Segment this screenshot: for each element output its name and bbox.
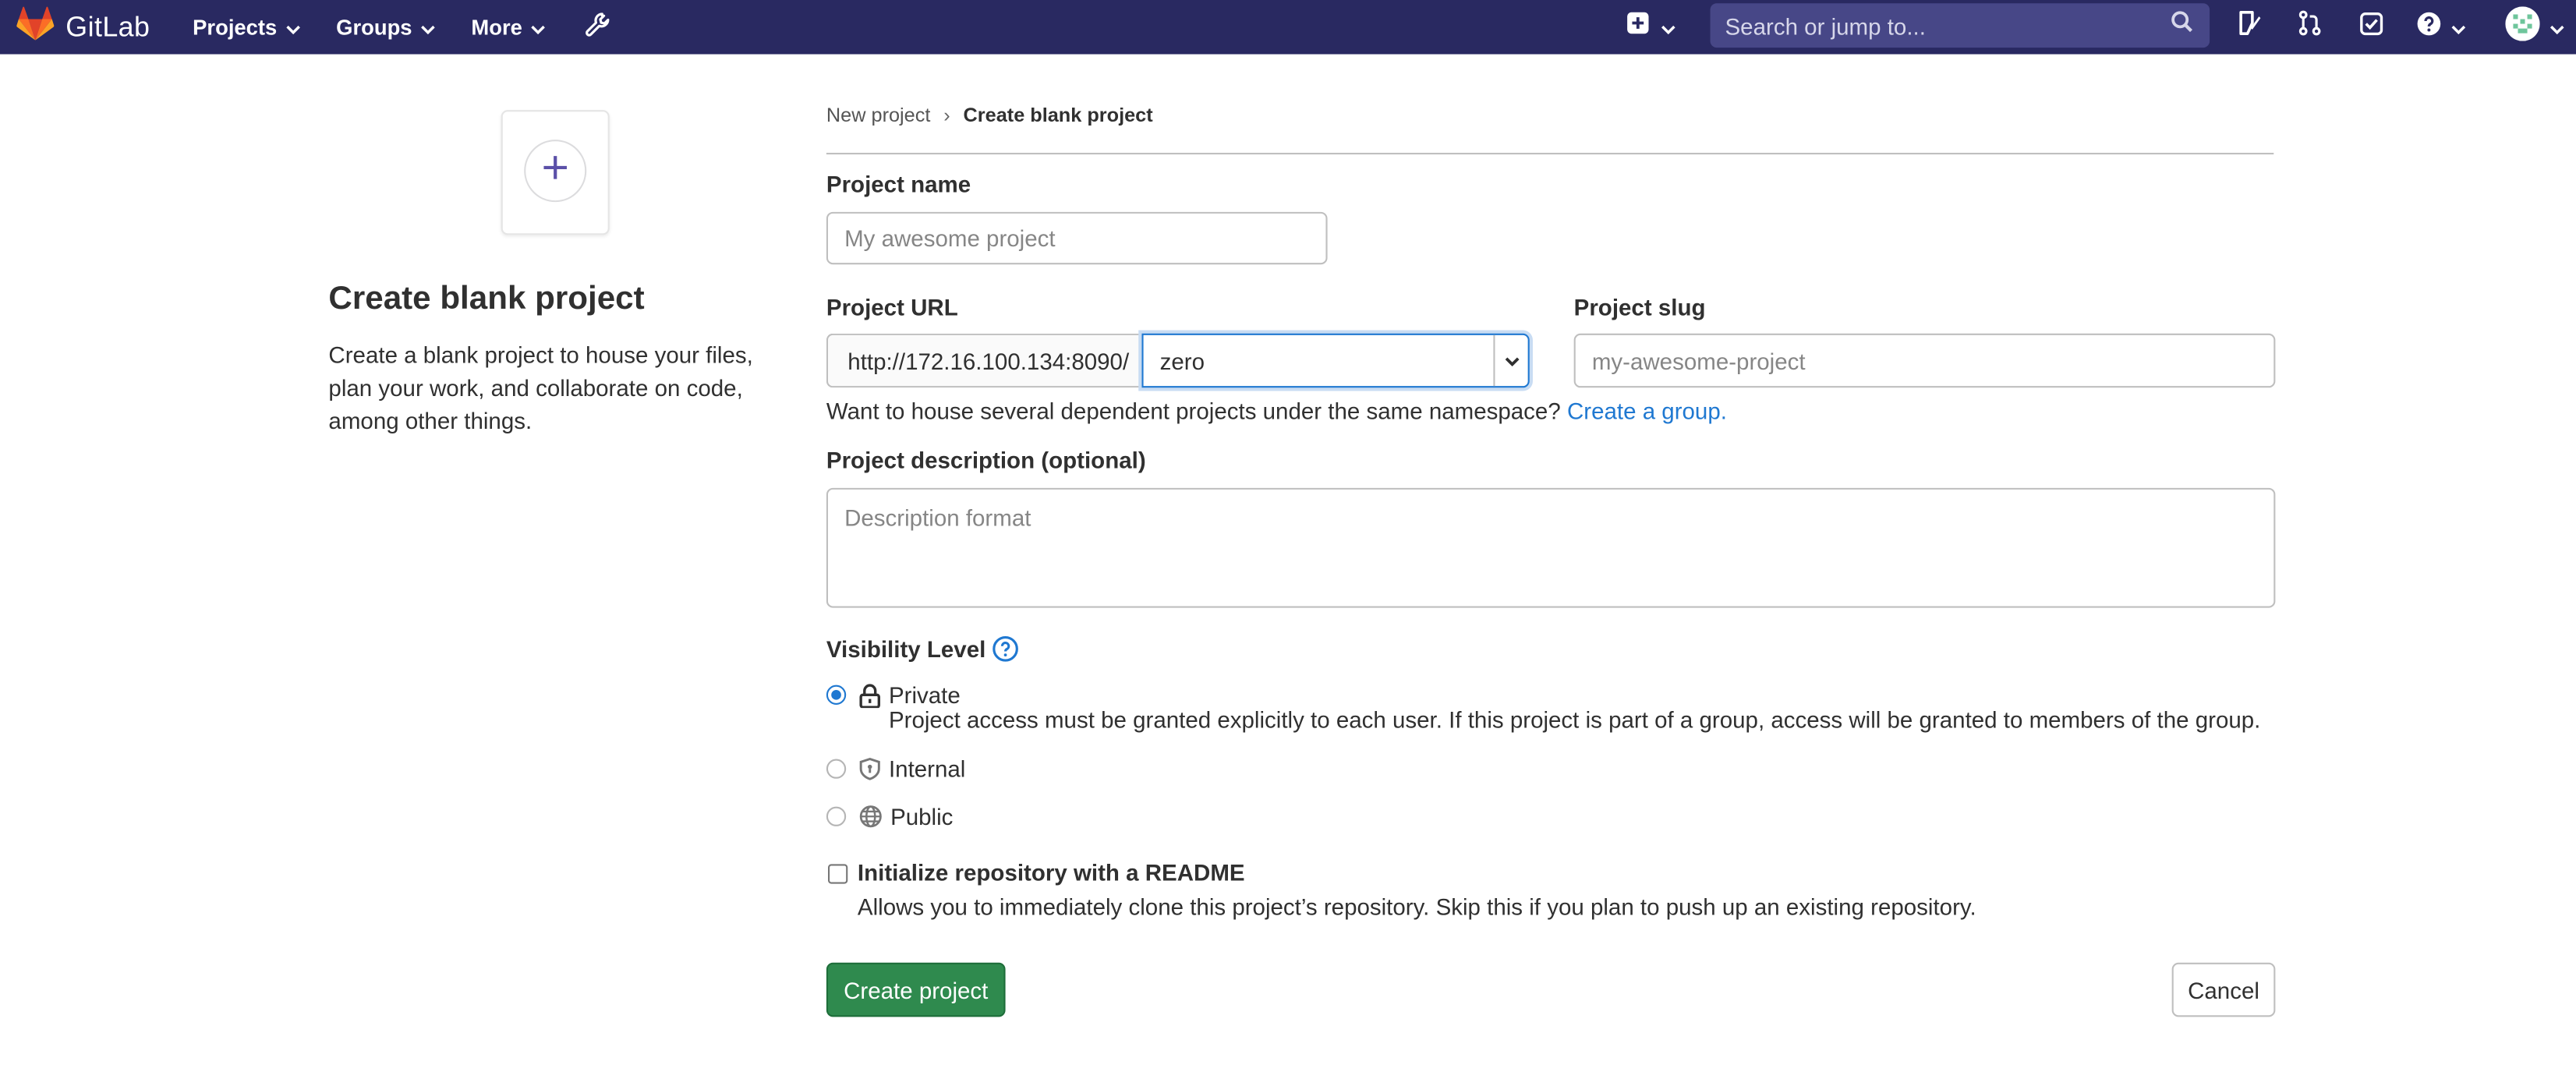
search-bar[interactable]: Search or jump to... bbox=[1710, 3, 2210, 48]
avatar bbox=[2505, 5, 2540, 48]
project-url-prefix: http://172.16.100.134:8090/ bbox=[826, 333, 1142, 388]
nav-more-label: More bbox=[471, 14, 522, 40]
new-item-dropdown[interactable] bbox=[1626, 0, 1675, 55]
project-slug-label: Project slug bbox=[1573, 294, 1706, 320]
panel-description: Create a blank project to house your fil… bbox=[328, 341, 753, 434]
create-group-link[interactable]: Create a group. bbox=[1567, 398, 1727, 424]
issues-link[interactable] bbox=[2236, 0, 2263, 55]
internal-label: Internal bbox=[888, 755, 966, 783]
chevron-down-icon bbox=[1493, 334, 1527, 387]
private-radio[interactable] bbox=[826, 684, 847, 705]
visibility-level-heading: Visibility Level bbox=[826, 635, 1019, 662]
public-radio[interactable] bbox=[826, 806, 847, 826]
project-name-input[interactable] bbox=[826, 211, 1328, 265]
visibility-level-label: Visibility Level bbox=[826, 635, 986, 663]
globe-icon bbox=[859, 805, 883, 829]
plus-circle bbox=[524, 140, 587, 203]
todo-checkbox-icon bbox=[2359, 11, 2384, 44]
chevron-down-icon bbox=[285, 15, 300, 40]
private-description: Project access must be granted explicitl… bbox=[888, 706, 2261, 733]
shield-icon bbox=[859, 757, 880, 780]
merge-requests-link[interactable] bbox=[2297, 0, 2323, 55]
plus-square-icon bbox=[1626, 12, 1650, 43]
nav-more-dropdown[interactable]: More bbox=[471, 0, 545, 55]
gitlab-logo-icon bbox=[16, 5, 55, 48]
cancel-button[interactable]: Cancel bbox=[2171, 962, 2276, 1017]
panel-title: Create blank project bbox=[328, 281, 645, 317]
chevron-down-icon bbox=[530, 15, 545, 40]
brand-name: GitLab bbox=[65, 10, 150, 42]
project-description-label: Project description (optional) bbox=[826, 447, 1146, 473]
question-circle-icon[interactable] bbox=[993, 635, 1019, 662]
readme-checkbox[interactable] bbox=[828, 864, 848, 884]
chevron-down-icon bbox=[2549, 12, 2564, 42]
gitlab-home-link[interactable]: GitLab bbox=[16, 0, 150, 55]
lock-icon bbox=[859, 683, 881, 708]
namespace-select[interactable]: zero bbox=[1141, 333, 1530, 388]
plus-icon bbox=[542, 154, 568, 188]
namespace-help: Want to house several dependent projects… bbox=[826, 398, 1727, 424]
readme-label[interactable]: Initialize repository with a README bbox=[858, 859, 1245, 886]
visibility-option-internal[interactable]: Internal bbox=[826, 755, 965, 782]
visibility-option-public[interactable]: Public bbox=[826, 803, 954, 830]
namespace-value: zero bbox=[1159, 347, 1205, 374]
project-slug-input[interactable] bbox=[1573, 333, 2276, 388]
nav-projects-dropdown[interactable]: Projects bbox=[193, 0, 300, 55]
search-icon bbox=[2171, 10, 2194, 41]
project-description-textarea[interactable] bbox=[826, 487, 2276, 608]
namespace-help-text: Want to house several dependent projects… bbox=[826, 397, 1561, 424]
create-project-button[interactable]: Create project bbox=[826, 962, 1006, 1017]
nav-groups-dropdown[interactable]: Groups bbox=[336, 0, 435, 55]
breadcrumb-new-project-link[interactable]: New project bbox=[826, 104, 931, 127]
wrench-icon bbox=[585, 12, 611, 43]
project-name-label: Project name bbox=[826, 171, 971, 197]
chevron-down-icon bbox=[2451, 12, 2466, 42]
help-icon bbox=[2417, 11, 2442, 44]
blank-project-illustration bbox=[501, 110, 610, 235]
search-input[interactable]: Search or jump to... bbox=[1725, 12, 1926, 39]
private-label: Private bbox=[888, 681, 961, 709]
public-label: Public bbox=[890, 803, 954, 830]
admin-area-link[interactable] bbox=[585, 0, 611, 55]
todos-link[interactable] bbox=[2359, 0, 2384, 55]
visibility-option-private[interactable]: Private bbox=[826, 681, 961, 708]
nav-groups-label: Groups bbox=[336, 14, 412, 40]
project-url-label: Project URL bbox=[826, 294, 958, 320]
breadcrumb: New project › Create blank project bbox=[826, 104, 1153, 127]
breadcrumb-separator: › bbox=[943, 103, 950, 127]
readme-description: Allows you to immediately clone this pro… bbox=[857, 893, 1976, 920]
chevron-down-icon bbox=[420, 15, 435, 40]
merge-request-icon bbox=[2297, 10, 2323, 44]
user-menu-dropdown[interactable] bbox=[2505, 0, 2564, 55]
nav-projects-label: Projects bbox=[193, 14, 278, 40]
main-content: Create blank project Create a blank proj… bbox=[0, 55, 2576, 1086]
divider bbox=[826, 152, 2274, 155]
chevron-down-icon bbox=[1661, 12, 1675, 42]
issues-icon bbox=[2236, 10, 2263, 44]
top-navbar: GitLab Projects Groups More Search or ju… bbox=[0, 0, 2576, 55]
help-dropdown[interactable] bbox=[2417, 0, 2466, 55]
internal-radio[interactable] bbox=[826, 759, 847, 779]
breadcrumb-current: Create blank project bbox=[963, 103, 1153, 127]
